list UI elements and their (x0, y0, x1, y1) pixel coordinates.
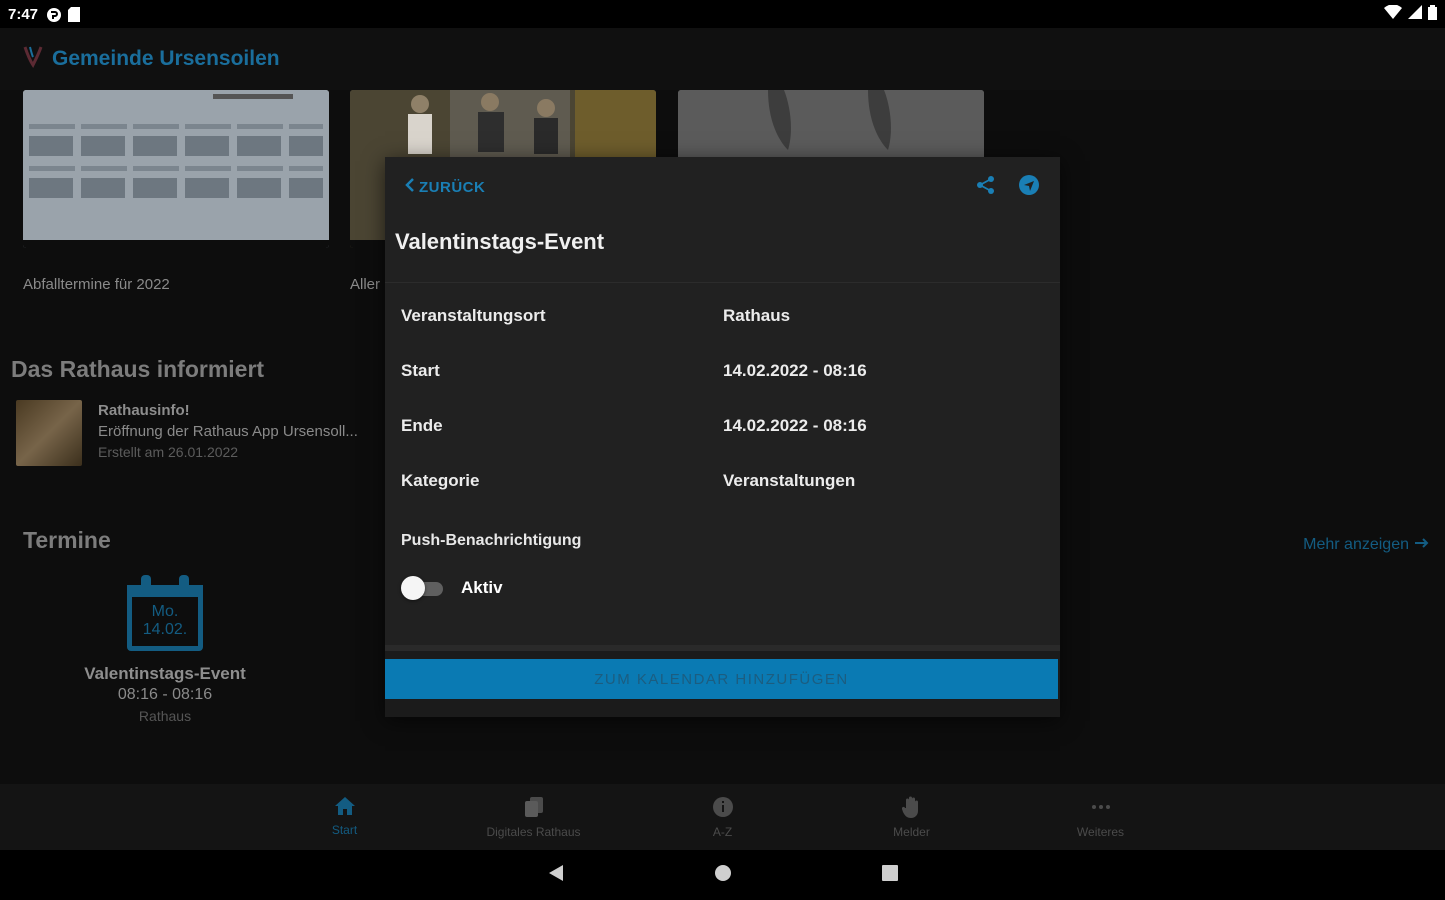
sd-card-icon (68, 7, 82, 22)
toggle-label: Aktiv (461, 578, 503, 597)
more-events-label: Mehr anzeigen (1303, 536, 1409, 553)
nav-label: Start (331, 823, 358, 837)
push-notification-toggle[interactable] (401, 576, 443, 600)
nav-item-digital-townhall[interactable]: Digitales Rathaus (439, 784, 628, 850)
wifi-icon (1384, 4, 1402, 23)
bottom-navigation: Start Digitales Rathaus A-Z Melder Weite… (0, 784, 1445, 850)
detail-key: Veranstaltungsort (401, 305, 546, 325)
detail-value: Rathaus (723, 305, 791, 325)
card-caption-1: Abfalltermine für 2022 (23, 276, 170, 293)
recents-square-icon[interactable] (881, 864, 898, 886)
nav-label: Melder (893, 825, 930, 839)
app-title: Gemeinde Ursensoilen (52, 47, 280, 70)
nav-item-start[interactable]: Start (250, 784, 439, 850)
dialog-title: Valentinstags-Event (385, 217, 1060, 283)
nav-item-a-z[interactable]: A-Z (628, 784, 817, 850)
event-detail-dialog: ZURÜCK Valentinstags-Event Veranstaltung… (385, 157, 1060, 717)
add-to-calendar-button[interactable]: ZUM KALENDAR HINZUFÜGEN (385, 659, 1058, 699)
detail-key: Start (401, 360, 440, 380)
status-bar: 7:47 (0, 0, 1445, 28)
event-time: 08:16 - 08:16 (117, 686, 213, 703)
detail-value: 14.02.2022 - 08:16 (723, 360, 867, 380)
nav-item-more[interactable]: Weiteres (1006, 784, 1195, 850)
home-icon (334, 796, 356, 819)
nav-item-reporter[interactable]: Melder (817, 784, 1006, 850)
app-notification-icon (46, 7, 62, 22)
detail-row-category: Kategorie Veranstaltungen (385, 453, 1060, 508)
news-thumbnail (16, 400, 82, 466)
detail-row-location: Veranstaltungsort Rathaus (385, 288, 1060, 343)
event-details: Veranstaltungsort Rathaus Start 14.02.20… (385, 283, 1060, 508)
detail-key: Kategorie (401, 470, 480, 490)
detail-row-end: Ende 14.02.2022 - 08:16 (385, 398, 1060, 453)
home-circle-icon[interactable] (714, 864, 732, 887)
events-section-title: Termine (23, 527, 111, 553)
detail-value: 14.02.2022 - 08:16 (723, 415, 867, 435)
navigate-icon[interactable] (1018, 174, 1040, 201)
push-notification-label: Push-Benachrichtigung (401, 532, 582, 549)
event-place: Rathaus (138, 708, 192, 724)
signal-icon (1408, 5, 1422, 23)
back-button[interactable]: ZURÜCK (405, 178, 485, 196)
detail-row-start: Start 14.02.2022 - 08:16 (385, 343, 1060, 398)
back-triangle-icon[interactable] (548, 864, 564, 887)
card-caption-2: Aller (350, 276, 381, 293)
app-bar: Gemeinde Ursensoilen (0, 28, 1445, 90)
news-date: Erstellt am 26.01.2022 (98, 444, 239, 460)
documents-icon (523, 796, 545, 821)
news-section-title: Das Rathaus informiert (11, 356, 265, 382)
news-subtitle: Eröffnung der Rathaus App Ursensoll... (98, 423, 358, 440)
share-icon[interactable] (976, 175, 996, 200)
back-label: ZURÜCK (419, 178, 486, 196)
card-image-waste-calendar[interactable] (23, 90, 329, 248)
news-item[interactable]: Rathausinfo! Eröffnung der Rathaus App U… (16, 400, 358, 466)
news-title: Rathausinfo! (98, 402, 190, 419)
system-navigation-bar (0, 850, 1445, 900)
status-time: 7:47 (8, 5, 39, 23)
app-logo-icon (22, 45, 44, 74)
info-icon (712, 796, 734, 821)
more-icon (1090, 796, 1112, 821)
event-name: Valentinstags-Event (84, 664, 246, 683)
detail-key: Ende (401, 415, 443, 435)
battery-icon (1428, 4, 1437, 24)
calendar-icon: Mo. 14.02. (127, 575, 203, 651)
nav-label: Digitales Rathaus (486, 825, 581, 839)
nav-label: Weiteres (1076, 825, 1125, 839)
calendar-day: Mo. 14.02. (142, 603, 188, 638)
nav-label: A-Z (712, 825, 733, 839)
chevron-left-icon (405, 178, 415, 196)
detail-value: Veranstaltungen (723, 470, 856, 490)
dialog-footer: ZUM KALENDAR HINZUFÜGEN (385, 645, 1060, 717)
more-events-link[interactable]: Mehr anzeigen (1303, 536, 1429, 554)
arrow-right-icon (1415, 536, 1429, 554)
event-tile[interactable]: Mo. 14.02. Valentinstags-Event 08:16 - 0… (80, 575, 250, 727)
hand-icon (901, 796, 922, 821)
